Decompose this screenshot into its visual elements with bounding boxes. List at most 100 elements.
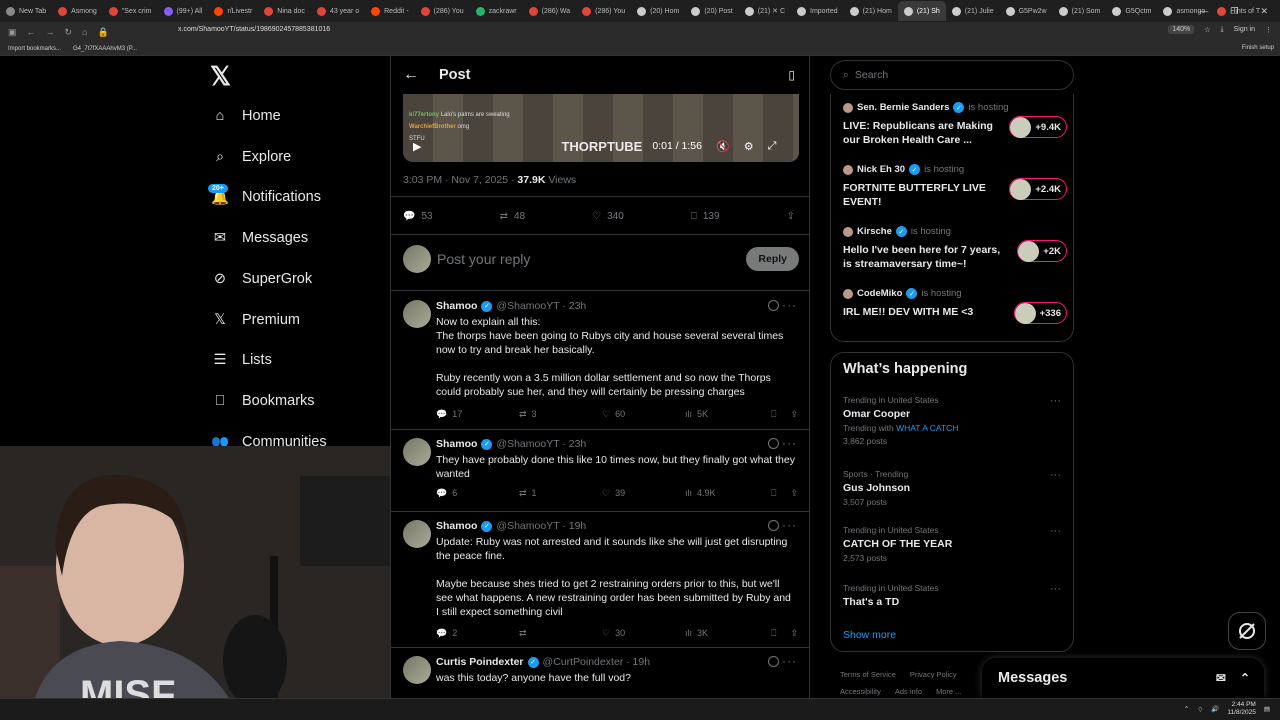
trend-item[interactable]: Trending in United States Omar Cooper Tren… xyxy=(843,395,1067,446)
share-icon[interactable]: ⇪ xyxy=(790,488,798,499)
repost-count[interactable]: ⇄ 48 xyxy=(500,211,526,222)
menu-icon[interactable]: ⋮ xyxy=(1265,26,1272,34)
notification-center-icon[interactable]: ▤ xyxy=(1264,705,1270,713)
bookmark-icon[interactable]: ⎕ xyxy=(771,628,776,639)
avatar[interactable] xyxy=(403,300,431,328)
maximize-icon[interactable]: ❐ xyxy=(1230,6,1238,17)
sidebar-item-explore[interactable]: ⌕ Explore xyxy=(210,145,291,169)
browser-tab[interactable]: (21) Sh xyxy=(897,1,946,21)
host-name[interactable]: Sen. Bernie Sanders xyxy=(857,102,949,113)
trend-item[interactable]: Trending in United States That's a TD ··· xyxy=(843,583,1067,608)
grok-explain-icon[interactable] xyxy=(768,520,779,531)
host-name[interactable]: CodeMiko xyxy=(857,288,902,299)
more-options-icon[interactable]: ··· xyxy=(782,654,797,668)
live-space-item[interactable]: Kirsche ✓ is hosting Hello I've been here f… xyxy=(843,226,1067,271)
live-space-item[interactable]: CodeMiko ✓ is hosting IRL ME!! DEV WITH ME … xyxy=(843,288,1067,324)
author-name[interactable]: Shamoo xyxy=(436,520,477,532)
grok-explain-icon[interactable] xyxy=(768,438,779,449)
mute-icon[interactable]: 🔇 xyxy=(716,140,730,153)
browser-tab[interactable]: (21) Hom xyxy=(844,1,898,21)
minimize-icon[interactable]: — xyxy=(1199,6,1208,16)
bookmark-icon[interactable]: ⎕ xyxy=(771,488,776,499)
browser-tab[interactable]: r/Livestr xyxy=(208,1,258,21)
sidebar-item-premium[interactable]: 𝕏 Premium xyxy=(210,308,300,332)
like-count[interactable]: ♡ 340 xyxy=(592,211,624,222)
footer-link[interactable]: Accessibility xyxy=(840,687,881,696)
settings-gear-icon[interactable]: ⚙ xyxy=(744,140,754,153)
trending-with-link[interactable]: WHAT A CATCH xyxy=(896,423,958,433)
search-input[interactable]: ⌕ Search xyxy=(830,60,1074,90)
star-icon[interactable]: ☆ xyxy=(1204,26,1210,34)
post-timestamp[interactable]: 3:03 PM · Nov 7, 2025 · xyxy=(403,174,517,186)
reload-icon[interactable]: ↻ xyxy=(65,27,73,38)
network-icon[interactable]: ⌔ xyxy=(1197,705,1203,714)
avatar[interactable] xyxy=(403,520,431,548)
browser-tab[interactable]: (21) Som xyxy=(1053,1,1107,21)
browser-tab[interactable]: Nina doc xyxy=(258,1,311,21)
url-field[interactable]: x.com/ShamooYT/status/198690245788538101… xyxy=(178,26,330,33)
browser-tab[interactable]: (286) You xyxy=(415,1,470,21)
live-space-item[interactable]: Sen. Bernie Sanders ✓ is hosting LIVE: Repu… xyxy=(843,102,1067,147)
browser-tab[interactable]: "Sex crim xyxy=(103,1,158,21)
trend-item[interactable]: Sports · Trending Gus Johnson 3,507 posts ·… xyxy=(843,469,1067,507)
signin-button[interactable]: Sign in xyxy=(1234,26,1255,33)
views-button[interactable]: ılı 4.9K xyxy=(685,488,768,498)
grok-explain-icon[interactable] xyxy=(768,656,779,667)
footer-link[interactable]: Ads info xyxy=(895,687,922,696)
zoom-indicator[interactable]: 140% xyxy=(1168,25,1195,34)
space-title[interactable]: Hello I've been here for 7 years, is str… xyxy=(843,243,1003,271)
avatar[interactable] xyxy=(403,656,431,684)
download-icon[interactable]: ⤓ xyxy=(1220,26,1223,34)
reader-view-icon[interactable]: ▯ xyxy=(788,68,795,82)
author-handle[interactable]: @ShamooYT · 23h xyxy=(496,300,586,312)
browser-tab[interactable]: G5Pw2w xyxy=(1000,1,1053,21)
play-icon[interactable]: ▶ xyxy=(413,140,421,153)
bookmark-import[interactable]: Import bookmarks... xyxy=(8,46,61,52)
reply-button[interactable]: 💬 6 xyxy=(436,488,519,499)
footer-link[interactable]: Terms of Service xyxy=(840,670,896,679)
reply-button[interactable]: 💬 2 xyxy=(436,628,519,639)
browser-tab[interactable]: Imported xyxy=(791,1,844,21)
author-handle[interactable]: @ShamooYT · 23h xyxy=(496,438,586,450)
host-name[interactable]: Nick Eh 30 xyxy=(857,164,905,175)
space-title[interactable]: FORTNITE BUTTERFLY LIVE EVENT! xyxy=(843,181,1003,209)
views-button[interactable]: ılı 5K xyxy=(685,409,768,419)
messages-drawer[interactable]: Messages ✉ ⌃ xyxy=(982,658,1264,698)
views-button[interactable]: ılı 3K xyxy=(685,628,768,638)
listener-count[interactable]: +9.4K xyxy=(1009,116,1067,138)
reply-tweet[interactable]: Shamoo ✓ @ShamooYT · 19h ··· Update: Ruby wa… xyxy=(391,512,809,648)
show-more-link[interactable]: Show more xyxy=(843,629,896,641)
share-icon[interactable]: ⇪ xyxy=(790,628,798,639)
browser-tab[interactable]: (286) Wa xyxy=(523,1,577,21)
live-space-item[interactable]: Nick Eh 30 ✓ is hosting FORTNITE BUTTERFLY … xyxy=(843,164,1067,209)
browser-tab[interactable]: (20) Post xyxy=(685,1,738,21)
expand-icon[interactable]: ⌃ xyxy=(1240,671,1250,685)
repost-button[interactable]: ⇄ 1 xyxy=(519,488,602,499)
browser-tab[interactable]: (286) You xyxy=(576,1,631,21)
reply-input[interactable]: Post your reply xyxy=(437,251,746,267)
home-browser-icon[interactable]: ⌂ xyxy=(82,27,87,38)
reply-button[interactable]: Reply xyxy=(746,247,799,271)
grok-explain-icon[interactable] xyxy=(768,300,779,311)
clock[interactable]: 2:44 PM 11/8/2025 xyxy=(1227,701,1255,717)
browser-tab[interactable]: (21) Julie xyxy=(946,1,1000,21)
browser-tab[interactable]: 43 year o xyxy=(311,1,365,21)
avatar[interactable] xyxy=(403,438,431,466)
more-options-icon[interactable]: ··· xyxy=(1050,583,1061,595)
author-name[interactable]: Curtis Poindexter xyxy=(436,656,524,668)
repost-button[interactable]: ⇄ 3 xyxy=(519,409,602,420)
bookmark-count[interactable]: ⎕ 139 xyxy=(691,211,720,222)
footer-link[interactable]: More ... xyxy=(936,687,961,696)
reply-button[interactable]: 💬 17 xyxy=(436,409,519,420)
close-icon[interactable]: ✕ xyxy=(1260,6,1268,17)
like-button[interactable]: ♡ 39 xyxy=(602,488,685,499)
reply-tweet[interactable]: Shamoo ✓ @ShamooYT · 23h ··· Now to explain … xyxy=(391,292,809,430)
video-player[interactable]: ki77ertony Lalo's palms are sweating War… xyxy=(403,94,799,162)
share-button[interactable]: ⇪ xyxy=(787,211,795,222)
host-name[interactable]: Kirsche xyxy=(857,226,892,237)
share-icon[interactable]: ⇪ xyxy=(790,409,798,420)
more-options-icon[interactable]: ··· xyxy=(1050,469,1061,481)
more-options-icon[interactable]: ··· xyxy=(782,298,797,312)
more-options-icon[interactable]: ··· xyxy=(782,436,797,450)
sidebar-item-communities[interactable]: 👥 Communities xyxy=(210,430,327,446)
